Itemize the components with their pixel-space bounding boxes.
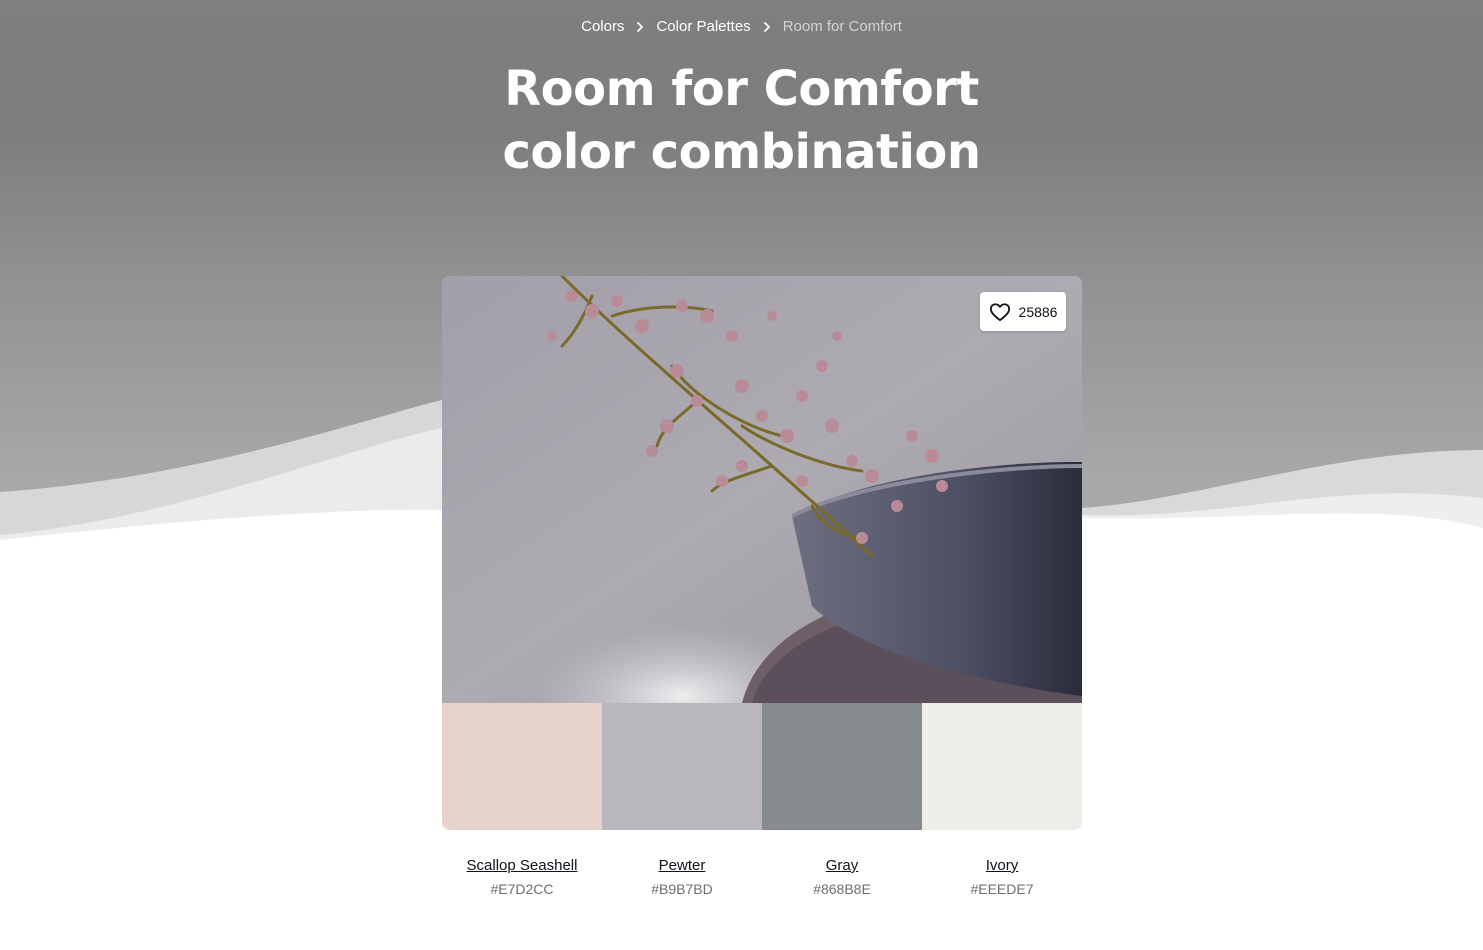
page-title-line1: Room for Comfort [504, 61, 979, 117]
swatch-pewter[interactable] [602, 703, 762, 830]
breadcrumb-current: Room for Comfort [782, 18, 902, 35]
color-name-link[interactable]: Gray [762, 856, 922, 876]
chevron-right-icon [624, 21, 656, 33]
page-title-line2: color combination [502, 124, 981, 180]
breadcrumb: Colors Color Palettes Room for Comfort [0, 18, 1483, 35]
color-hex: #B9B7BD [651, 881, 713, 897]
color-name-link[interactable]: Ivory [922, 856, 1082, 876]
color-label: Pewter #B9B7BD [602, 856, 762, 899]
color-hex: #EEEDE7 [970, 881, 1034, 897]
heart-icon [989, 302, 1011, 322]
breadcrumb-colors-link[interactable]: Colors [581, 18, 624, 35]
palette-photo [442, 276, 1082, 703]
like-button[interactable]: 25886 [980, 292, 1066, 331]
swatch-scallop-seashell[interactable] [442, 703, 602, 830]
swatch-gray[interactable] [762, 703, 922, 830]
color-label: Scallop Seashell #E7D2CC [442, 856, 602, 899]
palette-swatches [442, 703, 1082, 830]
color-label: Ivory #EEEDE7 [922, 856, 1082, 899]
color-hex: #E7D2CC [490, 881, 554, 897]
page-title: Room for Comfort color combination [0, 58, 1483, 184]
breadcrumb-color-palettes-link[interactable]: Color Palettes [656, 18, 750, 35]
like-count: 25886 [1018, 303, 1058, 320]
chevron-right-icon [751, 21, 783, 33]
color-hex: #868B8E [813, 881, 871, 897]
palette-labels: Scallop Seashell #E7D2CC Pewter #B9B7BD … [442, 856, 1082, 899]
color-name-link[interactable]: Scallop Seashell [442, 856, 602, 876]
palette-card: 25886 [442, 276, 1082, 830]
color-name-link[interactable]: Pewter [602, 856, 762, 876]
swatch-ivory[interactable] [922, 703, 1082, 830]
color-label: Gray #868B8E [762, 856, 922, 899]
